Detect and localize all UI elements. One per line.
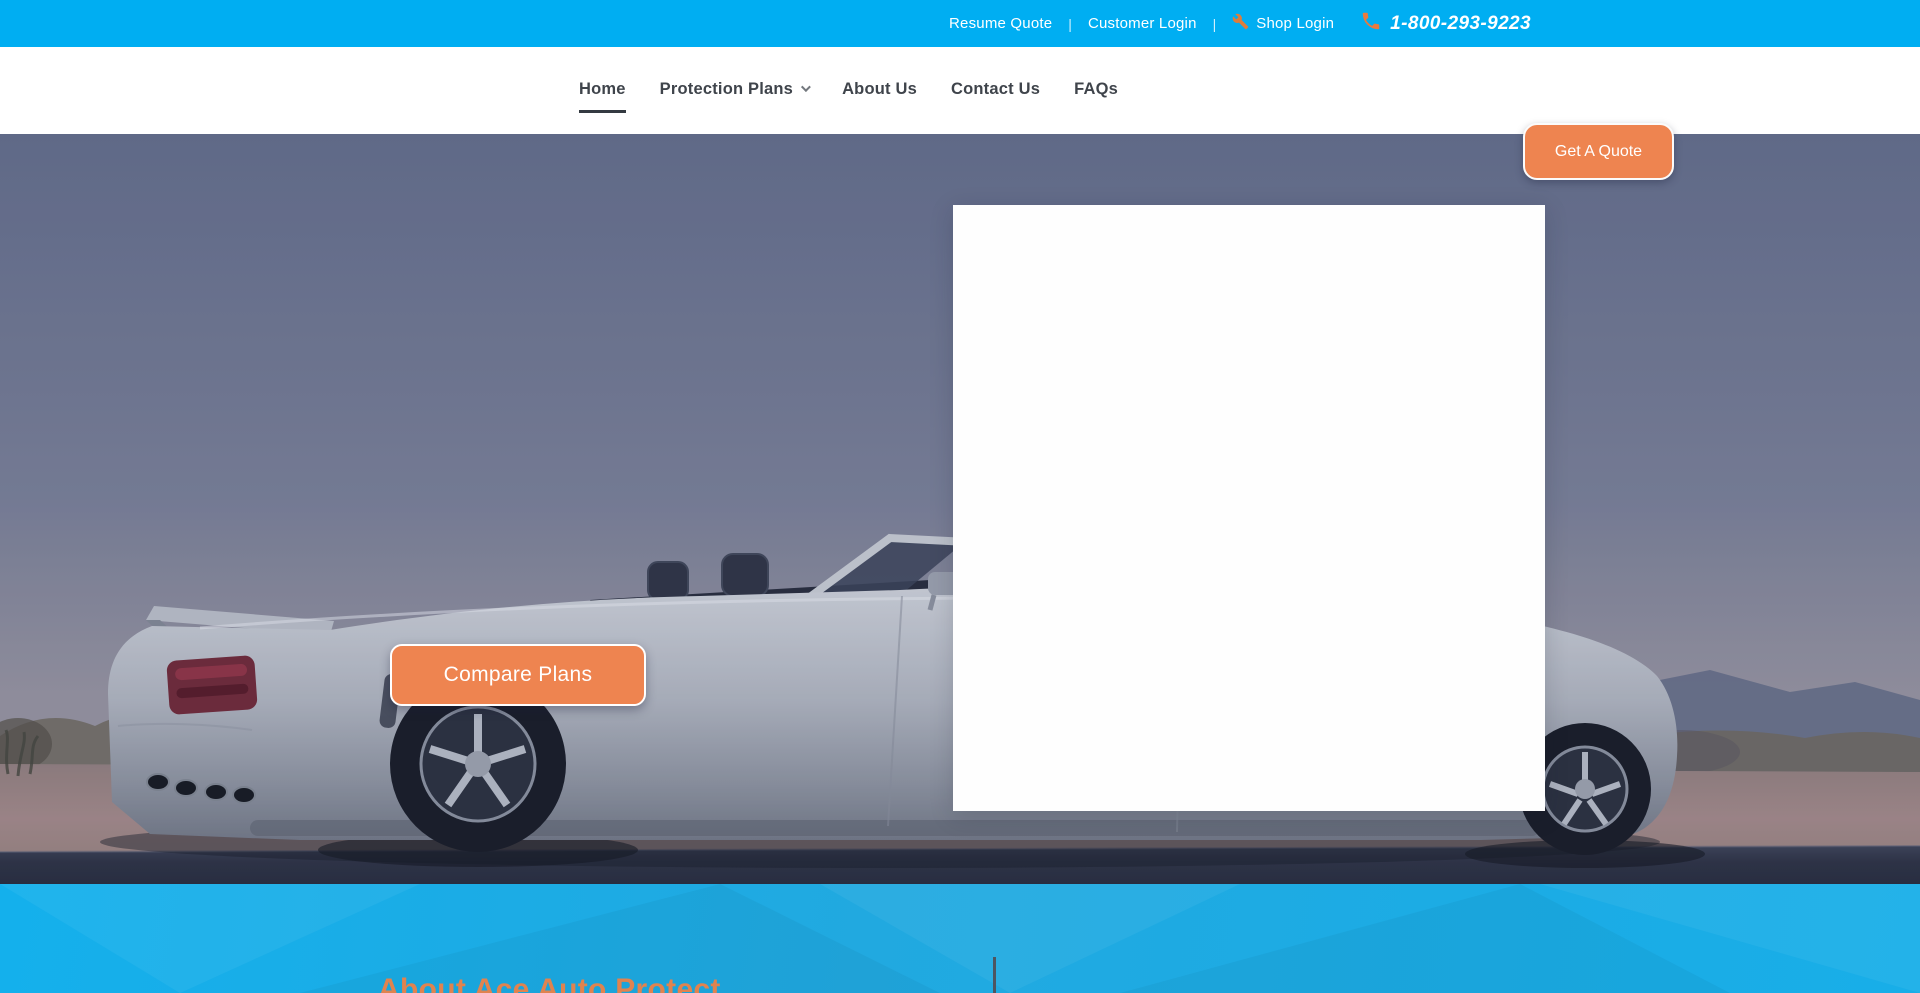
about-heading: About Ace Auto Protect (378, 973, 721, 993)
nav-label-protection-plans: Protection Plans (660, 80, 793, 113)
nav-label-home: Home (579, 80, 626, 113)
nav-label-contact-us: Contact Us (951, 80, 1040, 113)
about-section: About Ace Auto Protect (0, 884, 1920, 993)
topbar-separator: | (1068, 16, 1072, 32)
vertical-divider (993, 957, 996, 993)
customer-login-link[interactable]: Customer Login (1088, 15, 1197, 32)
chevron-down-icon (801, 82, 811, 92)
nav-list: Home Protection Plans About Us Contact U… (579, 47, 1118, 134)
topbar-separator: | (1213, 16, 1217, 32)
page: Resume Quote | Customer Login | Shop Log… (0, 0, 1920, 993)
main-navigation: Home Protection Plans About Us Contact U… (0, 47, 1920, 134)
shop-login-link[interactable]: Shop Login (1232, 13, 1334, 34)
wrench-icon (1232, 13, 1249, 34)
get-a-quote-button[interactable]: Get A Quote (1523, 123, 1674, 180)
nav-item-protection-plans[interactable]: Protection Plans (660, 69, 808, 113)
phone-number: 1-800-293-9223 (1390, 13, 1531, 35)
hero-section: Compare Plans (0, 134, 1920, 884)
nav-item-faqs[interactable]: FAQs (1074, 69, 1118, 113)
topbar-links: Resume Quote | Customer Login | Shop Log… (375, 10, 1545, 38)
nav-label-about-us: About Us (842, 80, 917, 113)
nav-label-faqs: FAQs (1074, 80, 1118, 113)
compare-plans-button[interactable]: Compare Plans (390, 644, 646, 706)
resume-quote-link[interactable]: Resume Quote (949, 15, 1052, 32)
nav-item-contact-us[interactable]: Contact Us (951, 69, 1040, 113)
nav-item-home[interactable]: Home (579, 69, 626, 113)
lowpoly-background-pattern (0, 884, 1920, 993)
quote-form-panel (953, 205, 1545, 811)
phone-icon (1360, 10, 1382, 38)
phone-link[interactable]: 1-800-293-9223 (1360, 10, 1531, 38)
shop-login-label: Shop Login (1256, 15, 1334, 32)
nav-item-about-us[interactable]: About Us (842, 69, 917, 113)
topbar: Resume Quote | Customer Login | Shop Log… (0, 0, 1920, 47)
